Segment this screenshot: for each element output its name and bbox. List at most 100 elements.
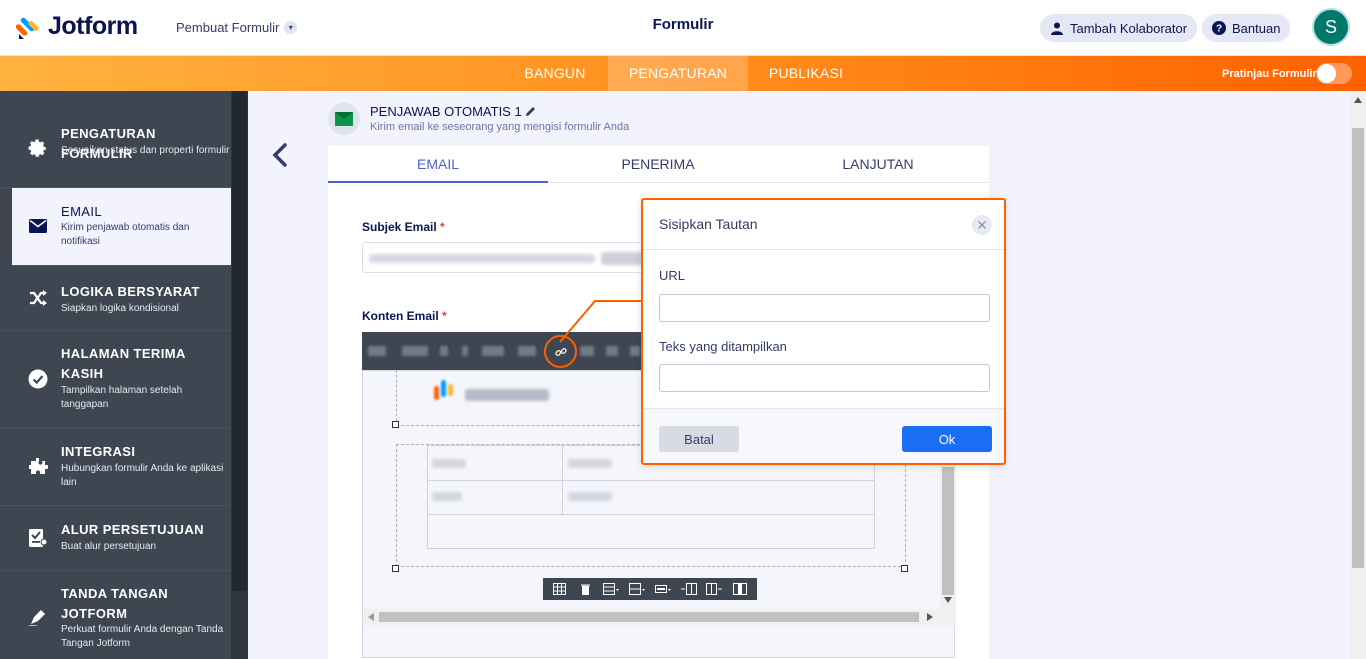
tab-email[interactable]: EMAIL [328,146,548,183]
arrow-left-icon[interactable] [368,613,374,621]
content-label: Konten Email * [362,309,447,323]
jotform-logo[interactable]: Jotform [16,12,138,41]
help-label: Bantuan [1232,20,1281,36]
font-size-icon[interactable] [368,346,386,356]
content-label-text: Konten Email [362,309,439,323]
row-options-icon[interactable] [603,583,620,595]
expand-icon[interactable] [606,346,618,356]
text-color-icon[interactable] [518,346,536,356]
subject-label: Subjek Email * [362,220,445,234]
jotform-logo-icon [16,17,39,39]
arrow-down-icon[interactable] [944,597,952,603]
sidebar-scrollbar[interactable] [231,91,248,659]
image-icon[interactable] [580,346,594,356]
autoresponder-subtitle: Kirim email ke seseorang yang mengisi fo… [370,121,630,133]
col-divider [562,446,563,514]
bold-icon[interactable] [440,346,448,356]
tab-settings[interactable]: PENGATURAN [608,56,748,91]
autoresponder-title[interactable]: PENJAWAB OTOMATIS 1 [370,104,536,120]
sidebar-item-sub: Siapkan logika kondisional [61,303,179,314]
cancel-button[interactable]: Batal [659,426,739,452]
sidebar-item-jotform-sign[interactable]: TANDA TANGAN JOTFORM Perkuat formulir An… [0,571,231,659]
sidebar-item-title: TANDA TANGAN JOTFORM [61,586,169,621]
column-options-icon[interactable] [629,583,646,595]
pencil-icon[interactable] [525,105,536,120]
row-divider [428,514,874,515]
tab-build[interactable]: BANGUN [510,56,600,91]
email-tabs: EMAIL PENERIMA LANJUTAN [328,146,989,183]
insert-link-dialog: Sisipkan Tautan URL Teks yang ditampilka… [641,198,1006,465]
text-size-icon[interactable] [402,346,428,356]
resize-handle[interactable] [392,421,399,428]
table-icon[interactable] [552,583,568,595]
approval-icon [26,526,50,550]
close-icon[interactable] [972,215,992,235]
table-cell-blurred [432,459,466,468]
callout-line [559,300,643,343]
url-label: URL [659,268,686,283]
editor-vertical-scrollbar-thumb[interactable] [942,467,954,595]
help-button[interactable]: ? Bantuan [1202,14,1291,42]
dialog-footer: Batal Ok [643,408,1004,463]
arrow-right-icon[interactable] [927,613,933,621]
add-collaborator-label: Tambah Kolaborator [1070,20,1188,36]
tab-advanced[interactable]: LANJUTAN [768,146,988,183]
sidebar-item-form-settings[interactable]: PENGATURAN FORMULIR Sesuaikan status dan… [0,91,231,188]
required-mark: * [442,309,447,323]
more-icon[interactable] [630,346,640,356]
display-text-label: Teks yang ditampilkan [659,339,787,354]
tab-recipients[interactable]: PENERIMA [548,146,768,183]
delete-column-icon[interactable] [732,583,748,595]
puzzle-icon [26,455,50,479]
table-toolbar [543,578,757,600]
resize-handle[interactable] [901,565,908,572]
sidebar-item-sub: Perkuat formulir Anda dengan Tanda Tanga… [61,624,224,649]
preview-label: Pratinjau Formulir [1222,68,1317,80]
url-input[interactable] [659,294,990,322]
insert-column-after-icon[interactable] [706,583,723,595]
shuffle-icon [26,286,50,310]
builder-menu[interactable]: Pembuat Formulir ▾ [176,20,298,35]
help-icon: ? [1212,21,1226,35]
insert-column-before-icon[interactable] [680,583,697,595]
trash-icon[interactable] [578,583,594,595]
avatar[interactable]: S [1312,8,1350,46]
svg-text:?: ? [1216,24,1222,35]
sidebar-item-title: LOGIKA BERSYARAT [61,284,200,299]
sidebar-item-approval-flow[interactable]: ALUR PERSETUJUAN Buat alur persetujuan [0,506,231,571]
sidebar-item-title: HALAMAN TERIMA KASIH [61,346,186,381]
sidebar-item-thank-you-page[interactable]: HALAMAN TERIMA KASIH Tampilkan halaman s… [0,331,231,428]
page-scrollbar[interactable] [1350,91,1366,659]
brand-name: Jotform [48,12,138,40]
autoresponder-icon [328,103,360,135]
align-icon[interactable] [482,346,504,356]
chevron-down-icon: ▾ [284,21,298,34]
builder-menu-label: Pembuat Formulir [176,20,280,35]
row-divider [428,480,874,481]
autoresponder-title-text: PENJAWAB OTOMATIS 1 [370,104,522,119]
table-cell-blurred [568,459,612,468]
cell-options-icon[interactable] [654,583,671,595]
tab-publish[interactable]: PUBLIKASI [756,56,856,91]
italic-icon[interactable] [462,346,468,356]
page-scrollbar-thumb[interactable] [1352,128,1364,568]
settings-sidebar: PENGATURAN FORMULIR Sesuaikan status dan… [0,91,248,659]
jotform-logo-icon [434,380,453,400]
dialog-header: Sisipkan Tautan [643,200,1004,250]
sidebar-item-sub: Tampilkan halaman setelah tanggapan [61,385,183,410]
sidebar-item-email[interactable]: EMAIL Kirim penjawab otomatis dan notifi… [12,188,231,266]
back-arrow-icon[interactable] [270,143,290,167]
ok-button[interactable]: Ok [902,426,992,452]
display-text-input[interactable] [659,364,990,392]
preview-toggle[interactable] [1316,63,1352,84]
nav-bar: BANGUN PENGATURAN PUBLIKASI Pratinjau Fo… [0,56,1366,91]
sidebar-item-sub: Buat alur persetujuan [61,541,157,552]
sidebar-scrollbar-thumb[interactable] [232,91,247,591]
add-collaborator-button[interactable]: Tambah Kolaborator [1040,14,1198,42]
resize-handle[interactable] [392,565,399,572]
sidebar-item-integrations[interactable]: INTEGRASI Hubungkan formulir Anda ke apl… [0,428,231,506]
editor-horizontal-scrollbar[interactable] [363,609,956,625]
arrow-up-icon[interactable] [1354,97,1362,103]
sidebar-item-conditional-logic[interactable]: LOGIKA BERSYARAT Siapkan logika kondisio… [0,266,231,331]
editor-horizontal-scrollbar-thumb[interactable] [379,612,919,622]
